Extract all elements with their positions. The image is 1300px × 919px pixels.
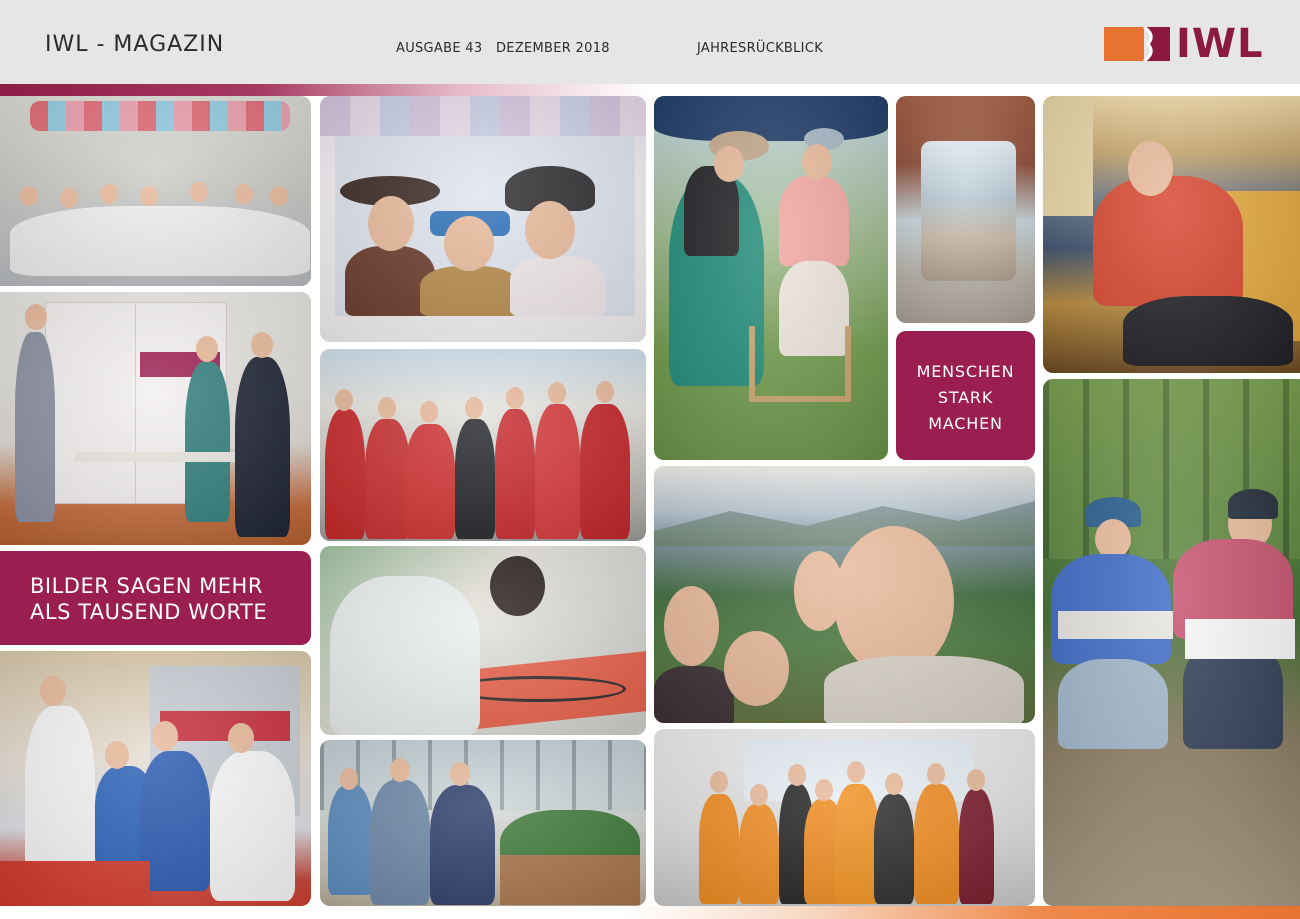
iwl-logo: IWL <box>1104 21 1263 67</box>
issue-number: AUSGABE 43 <box>396 41 483 56</box>
photo-painting-table <box>320 546 646 735</box>
section-title: JAHRESRÜCKBLICK <box>697 41 824 56</box>
caption-right-line3: MACHEN <box>928 414 1003 433</box>
logo-text: IWL <box>1176 21 1264 67</box>
photo-drawing-outdoors <box>1043 379 1300 906</box>
caption-box-right: MENSCHEN STARK MACHEN <box>896 331 1035 460</box>
bottom-gradient-bar <box>0 906 1300 919</box>
caption-left-line1: BILDER SAGEN MEHR <box>30 574 263 598</box>
caption-left-line2: ALS TAUSEND WORTE <box>30 600 268 624</box>
photo-photobooth-hats <box>320 96 646 342</box>
caption-right-line1: MENSCHEN <box>916 362 1015 381</box>
issue-date: DEZEMBER 2018 <box>496 41 610 56</box>
photo-mountain-selfie <box>654 466 1035 723</box>
caption-box-left: BILDER SAGEN MEHR ALS TAUSEND WORTE <box>0 551 311 645</box>
logo-mark-icon <box>1104 27 1170 61</box>
photo-man-on-boat <box>1043 96 1300 373</box>
photo-garden-planter <box>320 740 646 906</box>
magazine-title: IWL - MAGAZIN <box>45 32 225 57</box>
photo-exhibition-booth <box>0 292 311 545</box>
photo-orange-shirts-team <box>654 729 1035 906</box>
caption-right-line2: STARK <box>937 388 994 407</box>
top-gradient-bar <box>0 84 1300 96</box>
photo-packaging-work <box>0 651 311 906</box>
photo-summer-hats <box>654 96 888 460</box>
magazine-header: IWL - MAGAZIN AUSGABE 43 DEZEMBER 2018 J… <box>0 0 1300 84</box>
photo-kitchen-team <box>0 96 311 286</box>
photo-group-red-jackets <box>320 349 646 541</box>
photo-rock-window <box>896 96 1035 323</box>
